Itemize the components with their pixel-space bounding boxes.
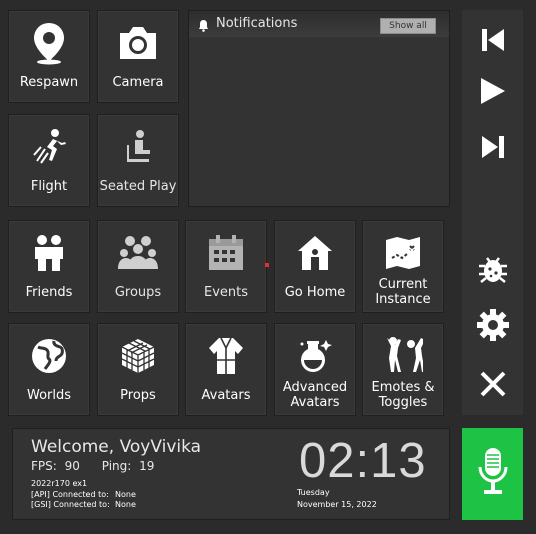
microphone-icon xyxy=(477,447,509,501)
alert-dot xyxy=(265,263,269,267)
bug-icon xyxy=(477,252,509,288)
skip-forward-icon xyxy=(481,135,505,163)
groups-button[interactable]: Groups xyxy=(97,220,179,313)
date-text: November 15, 2022 xyxy=(297,500,377,509)
skip-back-icon xyxy=(481,28,505,56)
settings-button[interactable] xyxy=(462,305,523,349)
worlds-button[interactable]: Worlds xyxy=(8,323,90,416)
go-home-button[interactable]: Go Home xyxy=(274,220,356,313)
gsi-value: None xyxy=(115,500,136,509)
advanced-avatars-label-line1: Advanced xyxy=(282,380,348,395)
camera-button[interactable]: Camera xyxy=(97,10,179,103)
seated-play-button[interactable]: Seated Play xyxy=(97,114,179,207)
groups-label: Groups xyxy=(114,285,162,300)
weekday-text: Tuesday xyxy=(297,488,330,497)
groups-icon xyxy=(98,231,178,275)
flight-icon xyxy=(9,125,89,169)
dance-icon xyxy=(363,334,443,378)
map-pin-icon xyxy=(9,21,89,65)
emotes-label-line1: Emotes & xyxy=(371,380,435,395)
worlds-label: Worlds xyxy=(26,388,72,403)
friends-label: Friends xyxy=(25,285,73,300)
flight-label: Flight xyxy=(30,179,68,194)
emotes-toggles-button[interactable]: Emotes & Toggles xyxy=(362,323,444,416)
avatars-label: Avatars xyxy=(201,388,251,403)
respawn-button[interactable]: Respawn xyxy=(8,10,90,103)
advanced-avatars-button[interactable]: Advanced Avatars xyxy=(274,323,356,416)
events-button[interactable]: Events xyxy=(185,220,267,313)
microphone-button[interactable] xyxy=(462,428,523,520)
version-text: 2022r170 ex1 xyxy=(31,479,88,488)
api-value: None xyxy=(115,490,136,499)
notifications-header: Notifications Show all xyxy=(189,11,449,37)
current-instance-button[interactable]: Current Instance xyxy=(362,220,444,313)
bell-icon xyxy=(198,17,209,36)
friends-icon xyxy=(9,231,89,275)
home-icon xyxy=(275,231,355,275)
ping-label: Ping: xyxy=(101,459,132,473)
flight-button[interactable]: Flight xyxy=(8,114,90,207)
props-button[interactable]: Props xyxy=(97,323,179,416)
gear-icon xyxy=(476,308,510,346)
status-panel: Welcome, VoyVivika FPS: 90 Ping: 19 2022… xyxy=(12,428,450,520)
events-label: Events xyxy=(203,285,248,300)
globe-icon xyxy=(9,334,89,378)
seated-play-label: Seated Play xyxy=(99,179,177,194)
notifications-title: Notifications xyxy=(216,16,298,31)
respawn-label: Respawn xyxy=(19,75,79,90)
seated-icon xyxy=(98,125,178,169)
close-icon xyxy=(480,371,506,401)
play-button[interactable] xyxy=(462,71,523,115)
calendar-icon xyxy=(186,231,266,275)
current-instance-label-line1: Current xyxy=(378,277,428,292)
camera-label: Camera xyxy=(112,75,164,90)
avatars-button[interactable]: Avatars xyxy=(185,323,267,416)
potion-icon xyxy=(275,334,355,378)
fps-row: FPS: 90 Ping: 19 xyxy=(31,459,154,473)
go-home-label: Go Home xyxy=(284,285,346,300)
advanced-avatars-label-line2: Avatars xyxy=(290,395,340,410)
robe-icon xyxy=(186,334,266,378)
camera-icon xyxy=(98,21,178,65)
fps-label: FPS: xyxy=(31,459,57,473)
play-icon xyxy=(480,77,506,109)
debug-button[interactable] xyxy=(462,248,523,292)
ping-value: 19 xyxy=(139,459,155,473)
map-icon xyxy=(363,231,443,275)
friends-button[interactable]: Friends xyxy=(8,220,90,313)
gsi-label: [GSI] Connected to: xyxy=(31,500,110,509)
side-toolbar xyxy=(462,10,523,415)
close-button[interactable] xyxy=(462,364,523,408)
clock-time: 02:13 xyxy=(299,434,427,488)
notifications-panel: Notifications Show all xyxy=(188,10,450,207)
skip-back-button[interactable] xyxy=(462,20,523,64)
api-label: [API] Connected to: xyxy=(31,490,109,499)
show-all-button[interactable]: Show all xyxy=(380,18,436,34)
emotes-label-line2: Toggles xyxy=(378,395,428,410)
cube-icon xyxy=(98,334,178,378)
props-label: Props xyxy=(120,388,156,403)
skip-forward-button[interactable] xyxy=(462,127,523,171)
current-instance-label-line2: Instance xyxy=(375,292,431,307)
fps-value: 90 xyxy=(64,459,80,473)
welcome-text: Welcome, VoyVivika xyxy=(31,437,202,457)
